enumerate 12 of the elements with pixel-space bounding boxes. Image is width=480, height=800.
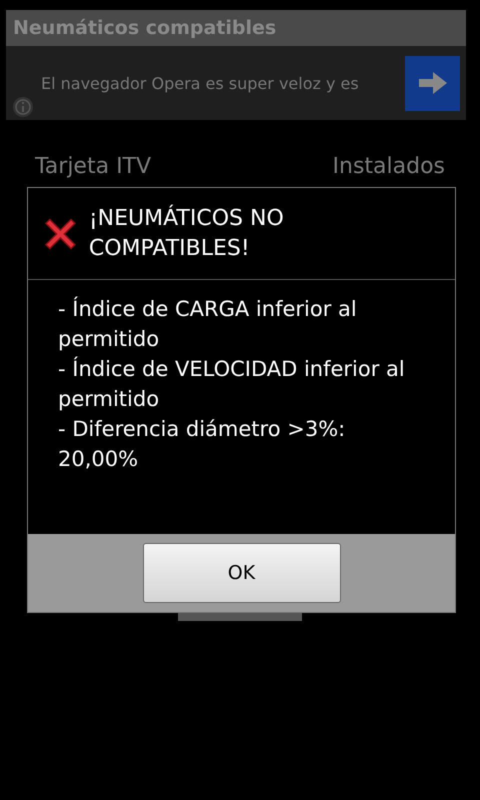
info-icon[interactable] (12, 96, 34, 118)
title-text: Neumáticos compatibles (13, 17, 276, 39)
ok-button[interactable]: OK (142, 543, 340, 603)
ad-banner[interactable]: El navegador Opera es super veloz y es (6, 46, 466, 120)
column-heading: Tarjeta ITV (35, 154, 152, 179)
ad-text: El navegador Opera es super veloz y es (41, 74, 359, 92)
dialog-message: - Índice de CARGA inferior al permitido - Índice de VELOCIDAD inferior al permitido - Diferencia diámetro >3%: 20,00% (58, 296, 406, 473)
error-x-icon (44, 216, 77, 250)
column-heading: Instalados (332, 154, 445, 179)
ad-arrow-button[interactable] (405, 56, 460, 110)
dialog-title: ¡NEUMÁTICOS NO COMPATIBLES! (88, 204, 285, 262)
arrow-right-icon (418, 72, 446, 94)
